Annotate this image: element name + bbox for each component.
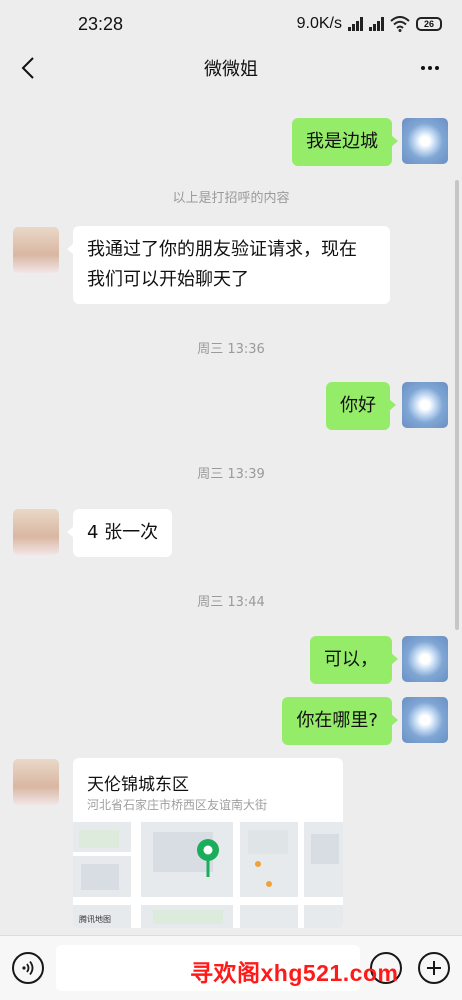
message-text: 你好 — [340, 395, 376, 416]
message-text: 我是边城 — [306, 131, 378, 152]
message-text: 我通过了你的朋友验证请求，现在 — [87, 239, 357, 260]
signal-2-icon — [369, 17, 384, 31]
timestamp: 周三 13:39 — [197, 467, 265, 482]
message-text: 你在哪里? — [296, 710, 378, 731]
message-bubble-mine[interactable]: 我是边城 — [292, 118, 398, 166]
timestamp: 周三 13:36 — [197, 342, 265, 357]
map-thumbnail: 腾讯地图 — [73, 822, 343, 928]
location-address: 河北省石家庄市桥西区友谊南大街 — [87, 798, 268, 812]
chevron-left-icon — [21, 57, 34, 79]
message-text: 4 张一次 — [87, 522, 159, 543]
chat-title: 微微姐 — [204, 59, 258, 80]
message-bubble-mine[interactable]: 可以， — [310, 636, 398, 684]
scrollbar[interactable] — [455, 180, 459, 630]
message-bubble-mine[interactable]: 你好 — [326, 382, 396, 430]
contact-avatar[interactable] — [13, 759, 59, 805]
location-name: 天伦锦城东区 — [87, 775, 189, 795]
location-card[interactable]: 天伦锦城东区 河北省石家庄市桥西区友谊南大街 腾讯地图 — [73, 758, 343, 928]
contact-avatar[interactable] — [13, 227, 59, 273]
message-text: 可以， — [324, 649, 378, 670]
chat-header: 微微姐 — [0, 48, 462, 88]
status-bar: 23:28 9.0K/s 26 — [0, 0, 462, 48]
wifi-icon — [390, 16, 410, 32]
plus-icon — [427, 961, 441, 975]
more-options-button[interactable] — [416, 54, 444, 82]
clock: 23:28 — [78, 13, 124, 34]
more-functions-button[interactable] — [418, 952, 450, 984]
status-icons: 9.0K/s 26 — [297, 15, 442, 33]
message-bubble-theirs[interactable]: 4 张一次 — [66, 509, 173, 557]
system-note: 以上是打招呼的内容 — [172, 191, 290, 206]
message-bubble-mine[interactable]: 你在哪里? — [282, 697, 398, 745]
watermark: 寻欢阁xhg521.com — [190, 960, 399, 986]
message-bubble-theirs[interactable]: 我通过了你的朋友验证请求，现在 我们可以开始聊天了 — [67, 226, 390, 304]
my-avatar[interactable] — [402, 382, 448, 428]
timestamp: 周三 13:44 — [197, 595, 265, 610]
voice-input-button[interactable] — [12, 952, 44, 984]
voice-icon — [22, 960, 34, 976]
map-source-label: 腾讯地图 — [79, 915, 111, 924]
map-graphic — [73, 822, 343, 928]
my-avatar[interactable] — [402, 636, 448, 682]
battery-icon: 26 — [416, 17, 442, 31]
contact-avatar[interactable] — [13, 509, 59, 555]
back-button[interactable] — [14, 52, 42, 84]
my-avatar[interactable] — [402, 697, 448, 743]
network-speed: 9.0K/s — [296, 15, 342, 32]
my-avatar[interactable] — [402, 118, 448, 164]
message-text: 我们可以开始聊天了 — [87, 269, 249, 290]
signal-1-icon — [348, 17, 363, 31]
